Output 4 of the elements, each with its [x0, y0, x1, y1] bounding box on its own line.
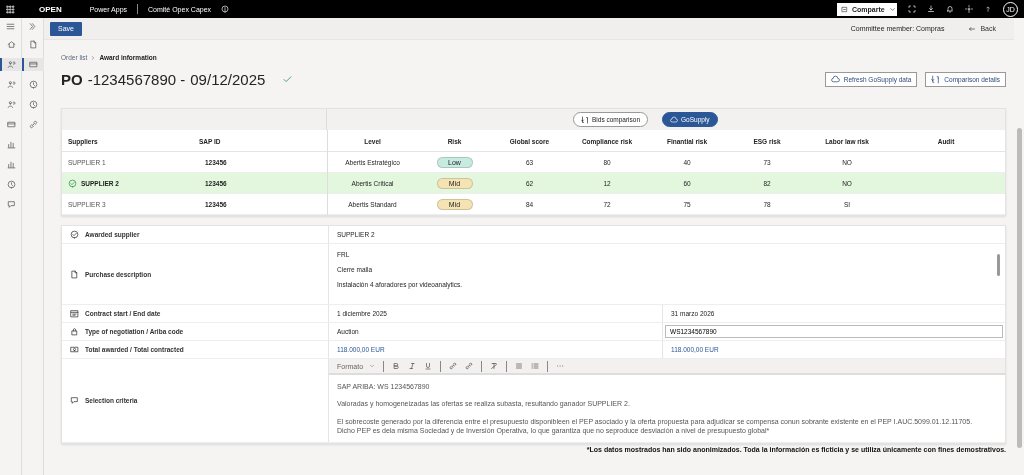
po-prefix: PO	[61, 70, 83, 88]
brand-logo: OPEN	[39, 4, 62, 14]
po-number: -1234567890 -	[87, 70, 186, 88]
po-date: 09/12/2025	[190, 70, 266, 88]
